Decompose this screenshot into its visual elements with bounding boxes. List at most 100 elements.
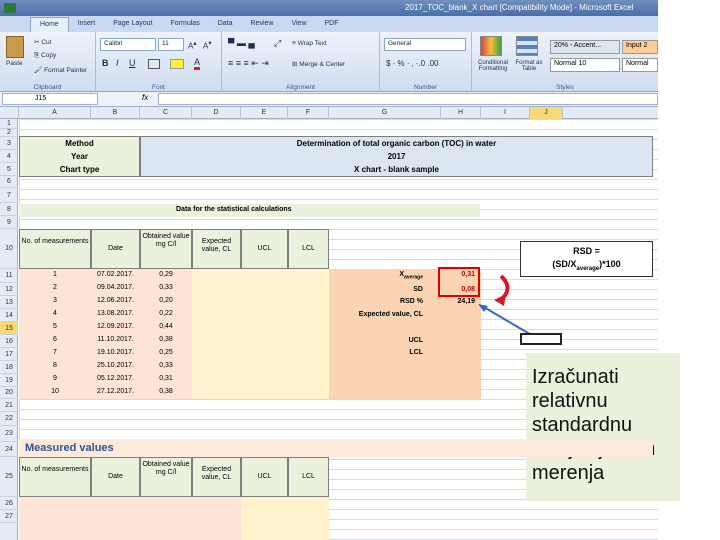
rsd-formula-box: RSD = (SD/Xaverage)*100	[520, 241, 653, 277]
column-header[interactable]: A	[19, 107, 91, 119]
limits-bg	[192, 269, 329, 399]
underline-button[interactable]: U	[129, 58, 136, 68]
wrap-text-button[interactable]: ≡ Wrap Text	[292, 40, 327, 47]
tab-formulas[interactable]: Formulas	[162, 17, 209, 32]
style-input-2[interactable]: Input 2	[622, 40, 658, 54]
number-format-select[interactable]: General	[384, 38, 466, 51]
row-value: 0,33	[159, 284, 173, 291]
row-header[interactable]: 4	[0, 150, 18, 163]
tab-data[interactable]: Data	[209, 17, 242, 32]
red-arrowhead	[494, 294, 506, 306]
style-normal-10[interactable]: Normal 10	[550, 58, 620, 72]
row-header[interactable]: 5	[0, 163, 18, 176]
row-header[interactable]: 12	[0, 283, 18, 296]
m-col-obtained-header: Obtained value mg C/l	[140, 457, 192, 497]
row-header[interactable]: 23	[0, 426, 18, 442]
shrink-font-button[interactable]: A▾	[203, 39, 212, 51]
orientation-icon[interactable]: ⤢	[274, 38, 281, 49]
font-name-select[interactable]: Calibri	[100, 38, 156, 51]
row-header[interactable]: 14	[0, 309, 18, 322]
selected-cell-outline[interactable]	[520, 333, 562, 345]
borders-icon[interactable]	[148, 59, 160, 69]
font-size-select[interactable]: 11	[158, 38, 184, 51]
row-header[interactable]: 16	[0, 335, 18, 348]
column-header[interactable]: B	[91, 107, 140, 119]
row-date: 19.10.2017.	[97, 349, 134, 356]
tab-pdf[interactable]: PDF	[316, 17, 348, 32]
select-all-corner[interactable]	[0, 107, 19, 119]
row-header[interactable]: 18	[0, 361, 18, 374]
row-header[interactable]: 13	[0, 296, 18, 309]
column-header[interactable]: C	[140, 107, 192, 119]
row-header[interactable]: 17	[0, 348, 18, 361]
column-header[interactable]: F	[288, 107, 329, 119]
row-header[interactable]: 3	[0, 137, 18, 150]
xavg-label: Xaverage	[329, 271, 423, 281]
align-top-icon[interactable]: ▀ ▬ ▄	[228, 38, 255, 48]
formula-input[interactable]	[158, 93, 658, 105]
row-header[interactable]: 7	[0, 188, 18, 203]
row-header[interactable]: 21	[0, 399, 18, 412]
bold-button[interactable]: B	[102, 58, 109, 68]
row-no: 5	[53, 323, 57, 330]
tab-review[interactable]: Review	[242, 17, 283, 32]
row-header[interactable]: 2	[0, 129, 18, 137]
row-header[interactable]: 20	[0, 387, 18, 399]
conditional-formatting-label[interactable]: Conditional Formatting	[474, 60, 512, 72]
grow-font-button[interactable]: A▴	[188, 39, 197, 51]
tab-home[interactable]: Home	[30, 17, 69, 32]
row-header[interactable]: 15	[0, 322, 18, 335]
tab-view[interactable]: View	[282, 17, 315, 32]
tab-insert[interactable]: Insert	[69, 17, 105, 32]
copy-button[interactable]: ⎘ Copy	[34, 52, 56, 60]
format-table-icon[interactable]	[516, 36, 538, 56]
row-header[interactable]: 24	[0, 442, 18, 457]
paste-button[interactable]: Paste	[6, 60, 23, 67]
font-color-icon[interactable]: A	[194, 57, 201, 70]
paste-icon	[6, 36, 24, 58]
sd-label: SD	[413, 286, 423, 293]
fx-icon[interactable]: fx	[142, 93, 148, 102]
row-header[interactable]: 26	[0, 497, 18, 510]
row-value: 0,44	[159, 323, 173, 330]
row-header[interactable]: 9	[0, 216, 18, 229]
row-header[interactable]: 22	[0, 412, 18, 426]
tab-page-layout[interactable]: Page Layout	[104, 17, 161, 32]
column-header[interactable]: I	[481, 107, 530, 119]
column-header[interactable]: G	[329, 107, 441, 119]
row-header[interactable]: 6	[0, 176, 18, 188]
row-header[interactable]: 27	[0, 510, 18, 523]
row-header[interactable]: 11	[0, 269, 18, 283]
merge-center-button[interactable]: ⊞ Merge & Center	[292, 60, 345, 68]
m-col-no-header: No. of measurements	[19, 457, 91, 497]
conditional-formatting-icon[interactable]	[480, 36, 502, 56]
currency-icon[interactable]: $ · % · ‚ ·.0 .00	[386, 59, 438, 68]
format-table-label[interactable]: Format as Table	[512, 60, 546, 72]
column-header[interactable]: D	[192, 107, 241, 119]
styles-group: Conditional Formatting Format as Table 2…	[472, 32, 658, 92]
column-header[interactable]: E	[241, 107, 288, 119]
col-ucl-header: UCL	[241, 229, 288, 269]
cut-button[interactable]: ✂ Cut	[34, 38, 51, 46]
italic-button[interactable]: I	[116, 58, 119, 68]
column-header-selected[interactable]: J	[530, 107, 563, 119]
row-header[interactable]: 19	[0, 374, 18, 387]
style-20-accent[interactable]: 20% - Accent...	[550, 40, 620, 54]
row-header[interactable]: 10	[0, 229, 18, 269]
column-header[interactable]: H	[441, 107, 481, 119]
row-date: 07.02.2017.	[97, 271, 134, 278]
fill-color-icon[interactable]	[170, 59, 184, 69]
styles-label: Styles	[556, 84, 574, 91]
row-header[interactable]: 1	[0, 119, 18, 129]
row-header[interactable]: 8	[0, 203, 18, 216]
clipboard-label: Clipboard	[33, 84, 62, 91]
excel-logo-icon[interactable]	[4, 3, 16, 13]
name-box[interactable]: J15	[2, 93, 98, 105]
m-col-date-header: Date	[91, 457, 140, 497]
format-painter-button[interactable]: 🖌 Format Painter	[34, 66, 87, 74]
style-normal[interactable]: Normal	[622, 58, 658, 72]
row-date: 25.10.2017.	[97, 362, 134, 369]
align-left-icon[interactable]: ≡ ≡ ≡ ⇤ ⇥	[228, 58, 269, 69]
method-label: Method	[65, 139, 94, 148]
row-header[interactable]: 25	[0, 457, 18, 497]
